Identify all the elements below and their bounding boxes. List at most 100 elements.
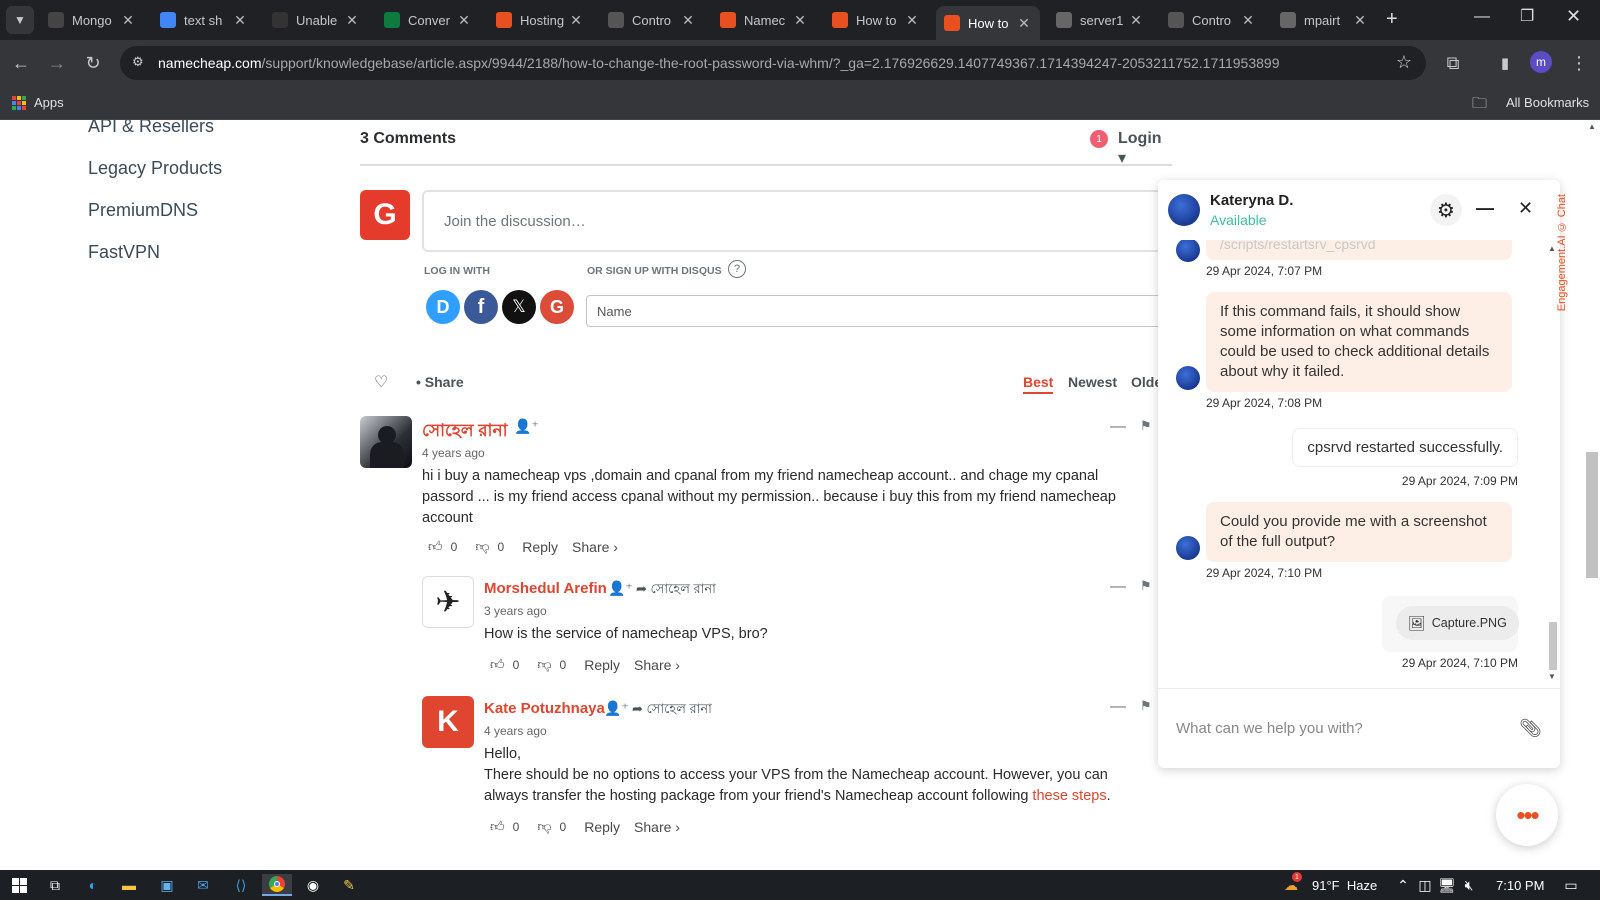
these-steps-link[interactable]: these steps	[1032, 788, 1106, 804]
downvote-icon[interactable]: 👎︎	[537, 656, 551, 673]
close-tab-icon[interactable]: ✕	[568, 12, 584, 29]
restore-window-button[interactable]: ❐	[1520, 6, 1534, 26]
collapse-icon[interactable]: —	[1110, 418, 1126, 436]
browser-tab[interactable]: Unable ✕	[264, 6, 368, 34]
avatar[interactable]: K	[422, 696, 474, 748]
browser-tab[interactable]: mpairt ✕	[1272, 6, 1376, 34]
comment-timestamp[interactable]: 3 years ago	[484, 604, 547, 618]
clock-time[interactable]: 7:10 PM	[1496, 878, 1544, 893]
chrome-icon[interactable]	[262, 874, 292, 896]
browser-tab[interactable]: server1 ✕	[1048, 6, 1152, 34]
name-input[interactable]: Name	[586, 295, 1162, 327]
comment-author[interactable]: Morshedul Arefin	[484, 580, 607, 597]
minimize-chat-button[interactable]: —	[1476, 198, 1494, 219]
side-panel-icon[interactable]: ▮	[1492, 50, 1518, 76]
vscode-icon[interactable]: ⟨⟩	[230, 874, 252, 896]
collapse-icon[interactable]: —	[1110, 698, 1126, 716]
x-login-icon[interactable]: 𝕏	[502, 290, 536, 324]
new-tab-button[interactable]: +	[1386, 8, 1398, 31]
file-explorer-icon[interactable]: ▬	[118, 874, 140, 896]
task-view-icon[interactable]: ⧉	[44, 874, 66, 896]
reply-button[interactable]: Reply	[522, 539, 558, 555]
address-bar[interactable]: ⚙ namecheap.com/support/knowledgebase/ar…	[120, 46, 1426, 80]
browser-tab[interactable]: Contro ✕	[1160, 6, 1264, 34]
login-dropdown[interactable]: Login ▾	[1118, 130, 1172, 168]
collapse-icon[interactable]: —	[1110, 578, 1126, 596]
close-tab-icon[interactable]: ✕	[344, 12, 360, 29]
sidebar-link-fastvpn[interactable]: FastVPN	[88, 242, 160, 263]
share-button[interactable]: Share ›	[634, 819, 680, 835]
reply-to-label[interactable]: ➦ সোহেল রানা	[636, 580, 716, 601]
close-tab-icon[interactable]: ✕	[904, 12, 920, 29]
close-tab-icon[interactable]: ✕	[1016, 15, 1032, 32]
apps-bookmark[interactable]: Apps	[34, 95, 64, 110]
edge-icon[interactable]: ◐	[82, 874, 104, 896]
store-icon[interactable]: ▣	[156, 874, 178, 896]
all-bookmarks-button[interactable]: All Bookmarks	[1506, 95, 1589, 110]
menu-kebab-icon[interactable]: ⋮	[1566, 50, 1592, 76]
windows-start-icon[interactable]	[8, 874, 30, 896]
chat-scrollbar[interactable]: ▲ ▼	[1548, 244, 1557, 681]
back-arrow-icon[interactable]: ←	[8, 50, 34, 76]
comment-author[interactable]: Kate Potuzhnaya	[484, 700, 605, 717]
browser-tab[interactable]: How to ✕	[824, 6, 928, 34]
network-icon[interactable]: 🖥︎	[1436, 874, 1458, 896]
close-tab-icon[interactable]: ✕	[1128, 12, 1144, 29]
tab-search-icon[interactable]: ▼	[6, 6, 34, 34]
sidebar-link-legacy-products[interactable]: Legacy Products	[88, 158, 222, 179]
profile-avatar[interactable]: m	[1530, 51, 1552, 73]
chat-scrollbar-thumb[interactable]	[1549, 622, 1557, 670]
reply-button[interactable]: Reply	[584, 819, 620, 835]
notification-badge[interactable]: 1	[1090, 130, 1108, 148]
downvote-icon[interactable]: 👎︎	[475, 538, 489, 555]
volume-muted-icon[interactable]: 🔇︎	[1458, 874, 1480, 896]
attachment-chip[interactable]: 🖼︎ Capture.PNG	[1396, 606, 1519, 640]
share-thread-button[interactable]: • Share	[416, 374, 464, 390]
sidebar-link-api-resellers[interactable]: API & Resellers	[88, 120, 214, 137]
sort-newest-tab[interactable]: Newest	[1068, 374, 1117, 390]
reload-icon[interactable]: ↻	[80, 50, 106, 76]
upvote-icon[interactable]: 👍︎	[428, 538, 443, 555]
share-button[interactable]: Share ›	[572, 539, 618, 555]
avatar[interactable]	[360, 416, 412, 468]
meet-icon[interactable]: ◫	[1414, 874, 1436, 896]
weather-text[interactable]: 91°F Haze	[1312, 878, 1377, 893]
apps-grid-icon[interactable]	[12, 96, 26, 110]
browser-tab[interactable]: text sh ✕	[152, 6, 256, 34]
follow-user-icon[interactable]: 👤⁺	[514, 418, 539, 435]
flag-icon[interactable]: ⚑	[1140, 578, 1152, 594]
disqus-login-icon[interactable]: D	[426, 290, 460, 324]
forward-arrow-icon[interactable]: →	[44, 50, 70, 76]
downvote-icon[interactable]: 👎︎	[537, 818, 551, 835]
close-tab-icon[interactable]: ✕	[456, 12, 472, 29]
bookmark-star-icon[interactable]: ☆	[1396, 52, 1412, 73]
follow-user-icon[interactable]: 👤⁺	[604, 700, 629, 717]
flag-icon[interactable]: ⚑	[1140, 698, 1152, 714]
close-tab-icon[interactable]: ✕	[232, 12, 248, 29]
close-tab-icon[interactable]: ✕	[1352, 12, 1368, 29]
close-window-button[interactable]: ✕	[1566, 6, 1581, 27]
gear-icon[interactable]: ⚙	[1430, 194, 1462, 226]
sort-best-tab[interactable]: Best	[1023, 374, 1054, 394]
minimize-window-button[interactable]: —	[1474, 8, 1490, 26]
comment-timestamp[interactable]: 4 years ago	[484, 724, 547, 738]
chevron-up-icon[interactable]: ⌃	[1392, 874, 1414, 896]
paperclip-icon[interactable]: 📎︎	[1519, 718, 1542, 739]
upvote-icon[interactable]: 👍︎	[490, 656, 505, 673]
facebook-login-icon[interactable]: f	[464, 290, 498, 324]
browser-tab[interactable]: Conver ✕	[376, 6, 480, 34]
reply-to-label[interactable]: ➦ সোহেল রানা	[632, 700, 712, 721]
upvote-icon[interactable]: 👍︎	[490, 818, 505, 835]
flag-icon[interactable]: ⚑	[1140, 418, 1152, 434]
site-info-icon[interactable]: ⚙	[132, 54, 144, 70]
mail-icon[interactable]: ✉	[192, 874, 214, 896]
chat-launcher-button[interactable]: •••	[1496, 784, 1558, 846]
avatar[interactable]: ✈	[422, 576, 474, 628]
close-chat-button[interactable]: ✕	[1518, 198, 1533, 219]
browser-tab[interactable]: Mongo ✕	[40, 6, 144, 34]
favorite-heart-icon[interactable]: ♡	[374, 372, 388, 392]
comment-timestamp[interactable]: 4 years ago	[422, 446, 485, 460]
app-pinned-icon[interactable]: ✎	[338, 874, 360, 896]
browser-tab[interactable]: Contro ✕	[600, 6, 704, 34]
share-button[interactable]: Share ›	[634, 657, 680, 673]
